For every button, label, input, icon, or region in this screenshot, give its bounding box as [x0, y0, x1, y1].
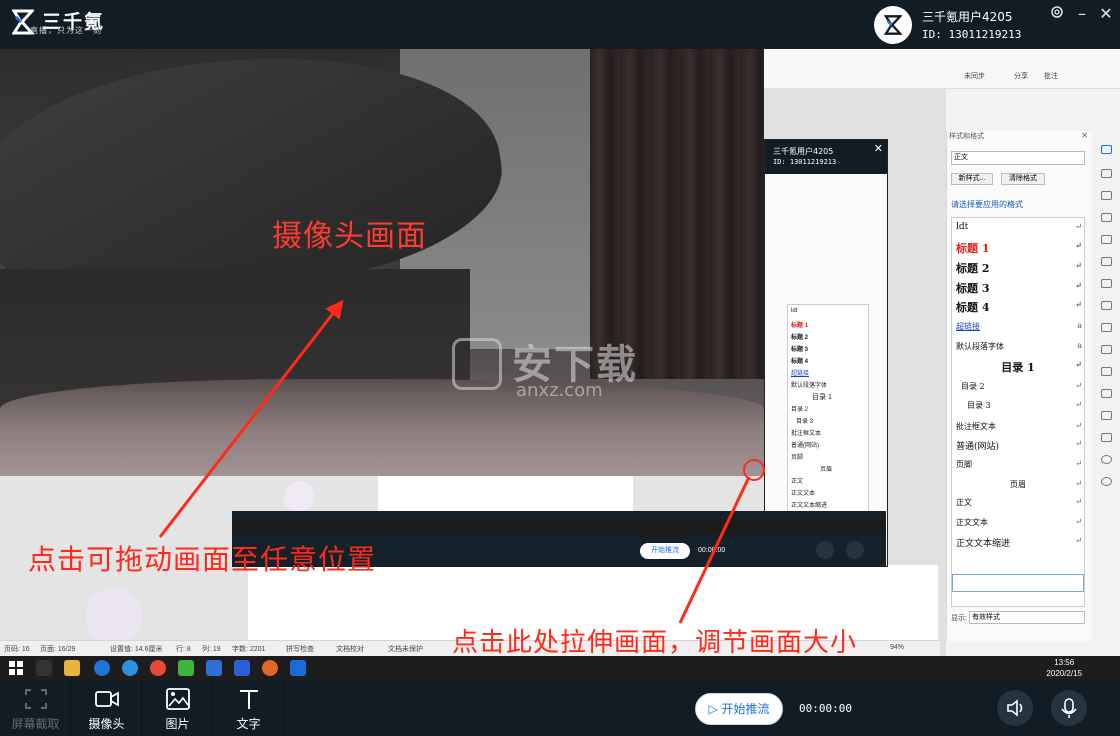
app-icon[interactable]	[234, 660, 250, 676]
camera-icon	[95, 691, 119, 707]
wechat-icon[interactable]	[178, 660, 194, 676]
speaker-icon	[1007, 699, 1023, 717]
ie-icon[interactable]	[122, 660, 138, 676]
speaker-button[interactable]	[997, 690, 1033, 726]
settings-button[interactable]	[1047, 4, 1067, 24]
resize-hint: 点击此处拉伸画面，调节画面大小	[452, 628, 858, 656]
browser-icon[interactable]	[262, 660, 278, 676]
avatar-logo-icon	[884, 15, 902, 35]
user-name: 三千氪用户4205	[922, 10, 1013, 24]
screen-capture-button[interactable]: 屏幕截取	[0, 680, 71, 736]
close-button[interactable]: ✕	[1096, 4, 1116, 24]
close-icon: ✕	[1099, 4, 1113, 23]
title-bar: 三千氪 直播，只为这一刻 三千氪用户4205 ID: 13011219213 –…	[0, 0, 1120, 49]
resize-handle[interactable]	[743, 459, 765, 481]
minimize-icon: –	[1078, 4, 1086, 23]
live-app-window: 三千氪 直播，只为这一刻 三千氪用户4205 ID: 13011219213 –…	[0, 0, 1120, 736]
microphone-icon	[1061, 698, 1077, 718]
windows-taskbar: 13:56 2020/2/15	[0, 656, 1120, 680]
image-icon	[166, 688, 190, 710]
preview-stage: 未同步 分享 批注 样式和格式 ✕ 正文 新样式... 清除格式 请选择要应用的…	[0, 49, 1120, 656]
live-app-icon[interactable]	[290, 660, 306, 676]
chrome-icon[interactable]	[150, 660, 166, 676]
screen-capture-icon	[25, 689, 47, 709]
drag-hint: 点击可拖动画面至任意位置	[28, 543, 377, 576]
bottom-toolbar: 屏幕截取 摄像头 图片 文字	[0, 680, 1120, 736]
resize-arrow	[678, 476, 751, 624]
play-icon: ▷	[708, 702, 722, 716]
taskbar-clock[interactable]: 13:56 2020/2/15	[1046, 657, 1082, 679]
windows-start-icon[interactable]	[8, 660, 24, 676]
folder-icon[interactable]	[64, 660, 80, 676]
text-button[interactable]: 文字	[213, 680, 284, 736]
app-slogan: 直播，只为这一刻	[30, 26, 102, 35]
text-icon	[240, 690, 258, 709]
microphone-button[interactable]	[1051, 690, 1087, 726]
avatar[interactable]	[874, 6, 912, 44]
taskbar-time: 13:56	[1054, 658, 1075, 667]
task-view-icon[interactable]	[36, 660, 52, 676]
image-button[interactable]: 图片	[142, 680, 213, 736]
camera-button[interactable]: 摄像头	[71, 680, 142, 736]
gear-icon	[1051, 6, 1063, 18]
drag-arrow	[158, 299, 344, 538]
user-id: ID: 13011219213	[922, 28, 1022, 41]
stream-timer: 00:00:00	[799, 702, 852, 715]
start-push-button[interactable]: ▷ 开始推流	[695, 693, 783, 725]
edge-icon[interactable]	[94, 660, 110, 676]
taskbar-date: 2020/2/15	[1046, 669, 1082, 678]
wps-icon[interactable]	[206, 660, 222, 676]
minimize-button[interactable]: –	[1072, 4, 1092, 24]
